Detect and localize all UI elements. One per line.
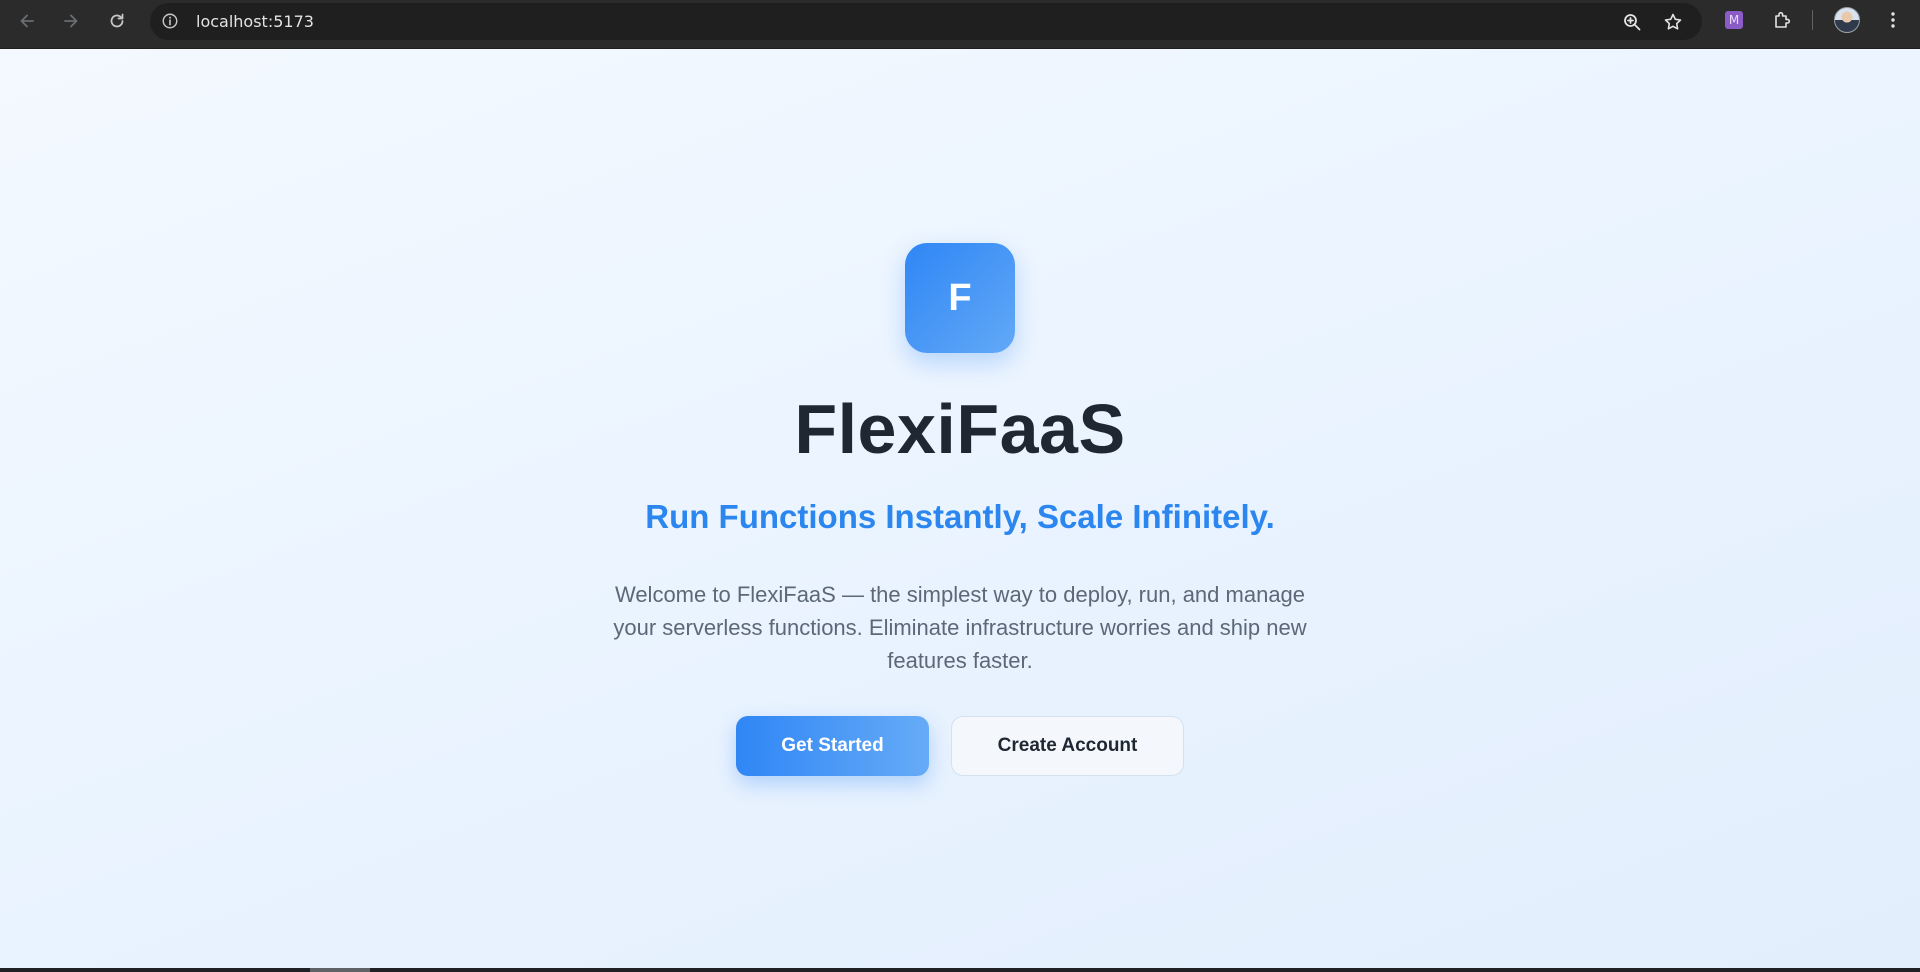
- extensions-puzzle-icon[interactable]: [1769, 7, 1795, 33]
- url-text[interactable]: localhost:5173: [196, 12, 314, 31]
- logo-letter: F: [948, 276, 972, 319]
- tagline: Run Functions Instantly, Scale Infinitel…: [645, 498, 1275, 535]
- app-logo: F: [905, 243, 1015, 353]
- back-icon[interactable]: [11, 5, 43, 37]
- scrollbar-thumb[interactable]: [310, 968, 370, 972]
- profile-avatar[interactable]: [1834, 7, 1860, 33]
- description-text: Welcome to FlexiFaaS — the simplest way …: [613, 582, 1307, 673]
- avatar-image: [1834, 7, 1860, 33]
- toolbar-divider: [1812, 10, 1813, 30]
- create-account-button[interactable]: Create Account: [951, 716, 1184, 776]
- bottom-scrollbar: [0, 968, 1920, 972]
- extension-m-badge: M: [1725, 11, 1743, 29]
- zoom-icon[interactable]: [1620, 10, 1644, 34]
- extension-m-icon[interactable]: M: [1721, 7, 1747, 33]
- landing-page: F FlexiFaaS Run Functions Instantly, Sca…: [0, 49, 1920, 972]
- site-info-icon[interactable]: [160, 11, 180, 31]
- page-title: FlexiFaaS: [794, 390, 1126, 468]
- get-started-button[interactable]: Get Started: [736, 716, 929, 776]
- menu-kebab-icon[interactable]: [1880, 7, 1906, 33]
- reload-icon[interactable]: [101, 5, 133, 37]
- forward-icon[interactable]: [55, 5, 87, 37]
- address-bar[interactable]: localhost:5173: [150, 3, 1702, 40]
- browser-toolbar: localhost:5173 M: [0, 0, 1920, 49]
- bookmark-star-icon[interactable]: [1661, 10, 1685, 34]
